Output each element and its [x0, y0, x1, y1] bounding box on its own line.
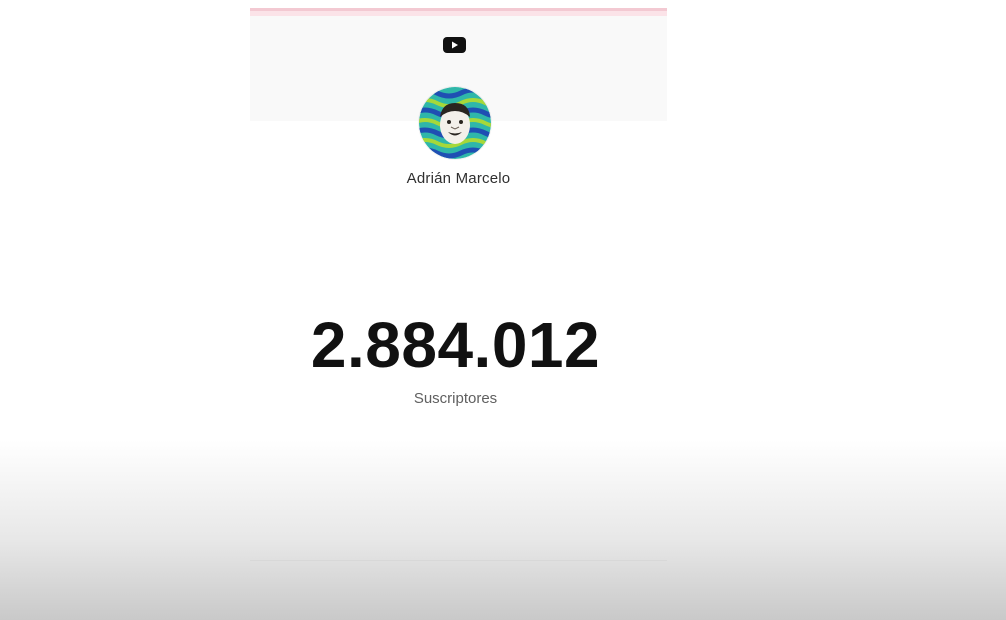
subscriber-label: Suscriptores: [413, 390, 498, 407]
channel-avatar[interactable]: [419, 87, 491, 159]
channel-name[interactable]: Adrián Marcelo: [250, 170, 667, 187]
divider: [250, 560, 667, 561]
avatar-image: [419, 87, 491, 159]
subscriber-card: Adrián Marcelo 2.884.012 Suscriptores: [250, 0, 667, 620]
youtube-icon[interactable]: [443, 37, 466, 53]
subscriber-count: 2.884.012: [310, 309, 601, 381]
